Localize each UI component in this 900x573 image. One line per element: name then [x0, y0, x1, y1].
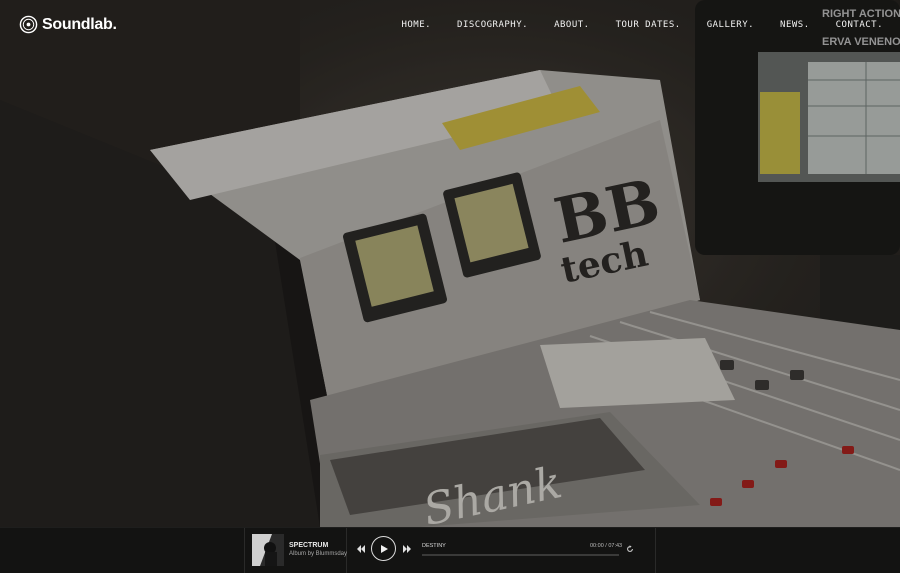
play-icon — [380, 544, 388, 553]
divider — [244, 528, 245, 573]
hero-background: BB tech Shank RIGHT ACTION ERVA VENENO — [0, 0, 900, 527]
repeat-icon[interactable] — [626, 545, 634, 553]
album-title: SPECTRUM — [289, 542, 329, 549]
next-track-icon[interactable] — [402, 544, 412, 554]
audio-player-bar: SPECTRUM Album by Blummsday DESTINY 00:0… — [0, 527, 900, 573]
vinyl-record-icon — [19, 15, 38, 34]
current-track-title: DESTINY — [422, 543, 446, 549]
play-button[interactable] — [371, 536, 396, 561]
divider — [655, 528, 656, 573]
nav-about[interactable]: ABOUT. — [554, 20, 590, 30]
album-cover[interactable] — [252, 534, 284, 566]
nav-discography[interactable]: DISCOGRAPHY. — [457, 20, 528, 30]
nav-news[interactable]: NEWS. — [780, 20, 810, 30]
album-art-image — [252, 534, 284, 566]
progress-bar[interactable] — [422, 554, 619, 556]
track-time: 00:00 / 07:43 — [590, 543, 623, 549]
previous-track-icon[interactable] — [356, 544, 366, 554]
brand-name: Soundlab. — [42, 15, 117, 33]
nav-home[interactable]: HOME. — [401, 20, 431, 30]
dark-overlay — [0, 0, 900, 527]
nav-contact[interactable]: CONTACT. — [836, 20, 883, 30]
nav-tour-dates[interactable]: TOUR DATES. — [616, 20, 681, 30]
nav-gallery[interactable]: GALLERY. — [707, 20, 754, 30]
site-header: Soundlab. HOME. DISCOGRAPHY. ABOUT. TOUR… — [0, 0, 900, 52]
main-nav: HOME. DISCOGRAPHY. ABOUT. TOUR DATES. GA… — [375, 20, 883, 30]
album-subtitle: Album by Blummsday — [289, 551, 348, 557]
brand-logo[interactable]: Soundlab. — [19, 15, 117, 34]
